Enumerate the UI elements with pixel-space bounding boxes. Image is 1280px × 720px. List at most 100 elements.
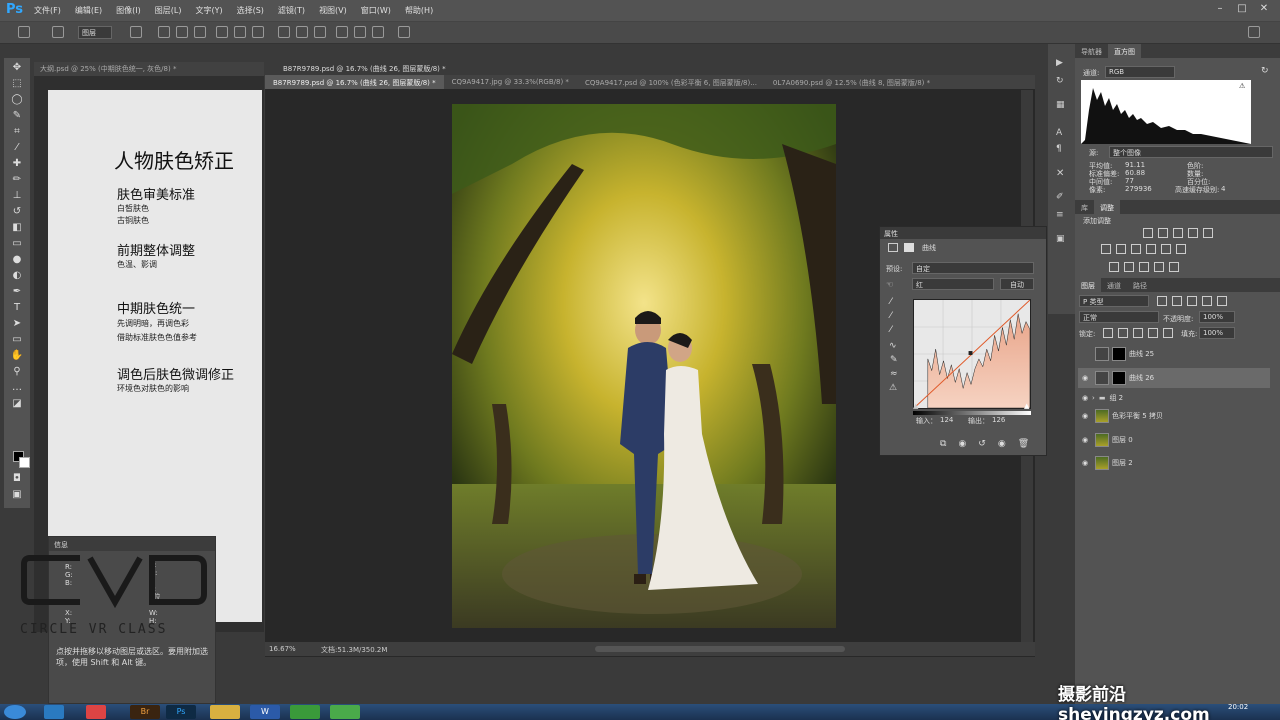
- info-panel-title[interactable]: 信息: [49, 537, 215, 551]
- marquee-tool-icon[interactable]: ⬚: [10, 78, 24, 90]
- selective-color-icon[interactable]: [1169, 262, 1179, 272]
- layer-row[interactable]: ◉ 图层 0: [1078, 430, 1270, 450]
- transform-controls-checkbox[interactable]: [130, 26, 142, 38]
- menu-help[interactable]: 帮助(H): [405, 5, 433, 16]
- photo-filter-icon[interactable]: [1146, 244, 1156, 254]
- gradient-tool-icon[interactable]: ▭: [10, 238, 24, 250]
- doc-tab[interactable]: CQ9A9417.psd @ 100% (色彩平衡 6, 图层蒙版/8)...: [577, 75, 765, 89]
- sample-black-icon[interactable]: ⁄: [890, 297, 892, 307]
- brightness-icon[interactable]: [1143, 228, 1153, 238]
- align-top-icon[interactable]: [158, 26, 170, 38]
- menu-type[interactable]: 文字(Y): [195, 5, 222, 16]
- eye-icon[interactable]: ◉: [1078, 459, 1092, 467]
- workspace-icon[interactable]: [1248, 26, 1260, 38]
- doc-tab[interactable]: 0L7A0690.psd @ 12.5% (曲线 8, 图层蒙版/8) *: [765, 75, 938, 89]
- on-image-adjust-icon[interactable]: ☜: [886, 280, 893, 289]
- delete-icon[interactable]: 🗑: [1018, 439, 1029, 449]
- healing-tool-icon[interactable]: ✚: [10, 158, 24, 170]
- zoom-level[interactable]: 16.67%: [269, 645, 296, 653]
- output-value[interactable]: 126: [992, 416, 1005, 424]
- screen-mode-icon[interactable]: ▣: [10, 489, 24, 501]
- clip-to-layer-icon[interactable]: ⧉: [940, 439, 946, 449]
- distribute-top-icon[interactable]: [278, 26, 290, 38]
- tab-paths[interactable]: 路径: [1127, 278, 1153, 292]
- shape-tool-icon[interactable]: ▭: [10, 334, 24, 346]
- eye-icon[interactable]: ◉: [1078, 412, 1092, 420]
- word-icon[interactable]: W: [250, 705, 280, 719]
- tab-navigator[interactable]: 导航器: [1075, 44, 1108, 58]
- layer-row[interactable]: ◉ 图层 2: [1078, 453, 1270, 473]
- outline-doc-tab[interactable]: 大纲.psd @ 25% (中期肤色统一, 灰色/8) *: [34, 62, 264, 76]
- lock-all-icon[interactable]: [1163, 328, 1173, 338]
- paragraph-icon[interactable]: ¶: [1056, 144, 1062, 154]
- curve-edit-icon[interactable]: ∿: [889, 341, 897, 351]
- quick-mask-icon[interactable]: ◘: [10, 473, 24, 485]
- explorer-icon[interactable]: [210, 705, 240, 719]
- white-point-slider[interactable]: ▲: [1024, 402, 1029, 410]
- type-tool-icon[interactable]: T: [10, 302, 24, 314]
- layer-row[interactable]: ◉ › ▬ 组 2: [1078, 388, 1270, 408]
- lasso-tool-icon[interactable]: ◯: [10, 94, 24, 106]
- horizontal-scrollbar[interactable]: [595, 646, 845, 652]
- properties-title[interactable]: 属性: [880, 227, 1046, 239]
- distribute-hcenter-icon[interactable]: [354, 26, 366, 38]
- channel-mixer-icon[interactable]: [1161, 244, 1171, 254]
- lock-position-icon[interactable]: [1133, 328, 1143, 338]
- tab-channels[interactable]: 通道: [1101, 278, 1127, 292]
- threshold-icon[interactable]: [1139, 262, 1149, 272]
- reset-icon[interactable]: ↺: [978, 439, 986, 449]
- align-hcenter-icon[interactable]: [234, 26, 246, 38]
- hand-tool-icon[interactable]: ✋: [10, 350, 24, 362]
- eye-icon[interactable]: ◉: [1078, 394, 1092, 402]
- distribute-vcenter-icon[interactable]: [296, 26, 308, 38]
- swatches-icon[interactable]: ▦: [1056, 100, 1065, 110]
- lock-pixels-icon[interactable]: [1118, 328, 1128, 338]
- brush-settings-icon[interactable]: ≡: [1056, 210, 1064, 220]
- visibility-icon[interactable]: ◉: [998, 439, 1006, 449]
- preset-select[interactable]: 自定: [912, 262, 1034, 274]
- pen-tool-icon[interactable]: ✒: [10, 286, 24, 298]
- chrome-icon[interactable]: [86, 705, 106, 719]
- sample-gray-icon[interactable]: ⁄: [890, 311, 892, 321]
- quick-select-tool-icon[interactable]: ✎: [10, 110, 24, 122]
- input-value[interactable]: 124: [940, 416, 953, 424]
- menu-view[interactable]: 视图(V): [319, 5, 347, 16]
- doc-tab[interactable]: CQ9A9417.jpg @ 33.3%(RGB/8) *: [444, 75, 577, 89]
- tools-preset-icon[interactable]: ✕: [1056, 168, 1064, 179]
- black-point-slider[interactable]: ▲: [913, 402, 918, 410]
- color-lookup-icon[interactable]: [1176, 244, 1186, 254]
- more-tools-icon[interactable]: …: [10, 382, 24, 394]
- layer-row[interactable]: ◉ 色彩平衡 5 拷贝: [1078, 406, 1270, 426]
- curves-icon[interactable]: [1173, 228, 1183, 238]
- fill-input[interactable]: 100%: [1199, 327, 1235, 339]
- tab-histogram[interactable]: 直方图: [1108, 44, 1141, 58]
- photoshop-taskbar-icon[interactable]: Ps: [166, 705, 196, 719]
- clip-warning-icon[interactable]: ⚠: [889, 383, 897, 393]
- close-icon[interactable]: ✕: [1256, 3, 1272, 17]
- brush-tool-icon[interactable]: ✏: [10, 174, 24, 186]
- minimize-icon[interactable]: –: [1212, 3, 1228, 17]
- eyedropper-tool-icon[interactable]: ⁄: [10, 142, 24, 154]
- expand-chevron-icon[interactable]: ›: [1092, 394, 1095, 402]
- eye-icon[interactable]: ◉: [1078, 374, 1092, 382]
- lock-artboard-icon[interactable]: [1148, 328, 1158, 338]
- menu-layer[interactable]: 图层(L): [155, 5, 182, 16]
- blend-mode-select[interactable]: 正常: [1079, 311, 1159, 323]
- doc-tab-active[interactable]: B87R9789.psd @ 16.7% (曲线 26, 图层蒙版/8) *: [265, 75, 444, 89]
- blur-tool-icon[interactable]: ●: [10, 254, 24, 266]
- auto-align-icon[interactable]: [398, 26, 410, 38]
- background-color-swatch[interactable]: [19, 457, 30, 468]
- align-vcenter-icon[interactable]: [176, 26, 188, 38]
- menu-image[interactable]: 图像(I): [116, 5, 141, 16]
- cache-warning-icon[interactable]: ⚠: [1239, 82, 1245, 90]
- histogram-channel-select[interactable]: RGB: [1105, 66, 1175, 78]
- filter-smart-icon[interactable]: [1217, 296, 1227, 306]
- maximize-icon[interactable]: □: [1234, 3, 1250, 17]
- eye-icon[interactable]: ◉: [1078, 436, 1092, 444]
- zoom-tool-icon[interactable]: ⚲: [10, 366, 24, 378]
- layer-row-selected[interactable]: ◉ 曲线 26: [1078, 368, 1270, 388]
- pencil-draw-icon[interactable]: ✎: [890, 355, 898, 365]
- eraser-tool-icon[interactable]: ◧: [10, 222, 24, 234]
- layer-kind-filter[interactable]: P 类型: [1079, 295, 1149, 307]
- history-brush-icon[interactable]: ↺: [10, 206, 24, 218]
